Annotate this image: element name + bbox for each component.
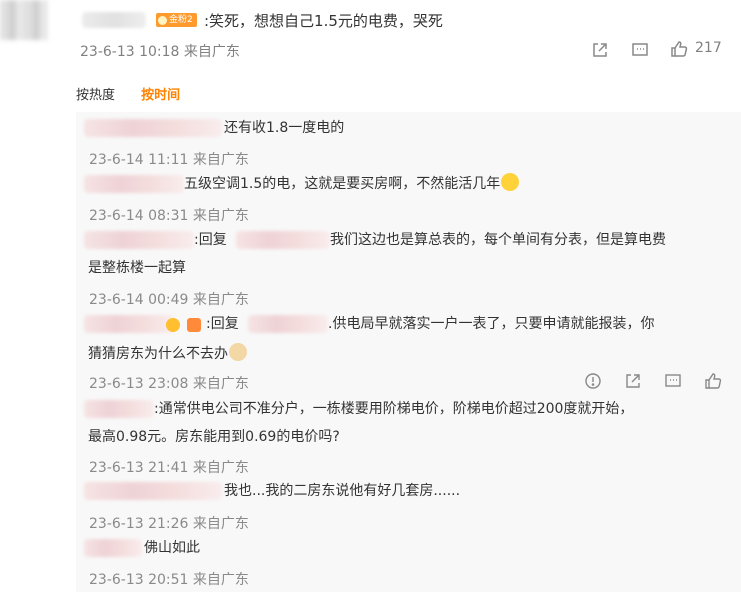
- reply-username-blurred[interactable]: [84, 231, 194, 249]
- avatar[interactable]: [0, 0, 48, 40]
- crown-icon: [187, 318, 201, 332]
- reply-text-line1: 我们这边也是算总表的，每个单间有分表，但是算电费: [330, 232, 666, 248]
- reply-text: 五级空调1.5的电，这就是要买房啊，不然能活几年: [184, 171, 520, 197]
- reply-target-blurred[interactable]: [248, 315, 328, 333]
- share-icon[interactable]: [589, 39, 611, 61]
- share-icon[interactable]: [622, 370, 644, 392]
- main-comment-text: :笑死，想想自己1.5元的电费，哭死: [204, 12, 443, 30]
- reply-username-blurred[interactable]: [84, 539, 142, 557]
- reply-text: 我也...我的二房东说他有好几套房......: [224, 483, 461, 499]
- fan-badge: 金粉2: [156, 13, 197, 27]
- reply-target-blurred[interactable]: [236, 231, 330, 249]
- reply-prefix: :回复: [206, 316, 239, 332]
- reply-text: 还有收1.8一度电的: [224, 120, 345, 136]
- reply-meta: 23-6-13 20:51 来自广东: [89, 572, 249, 588]
- like-count: 217: [695, 40, 722, 56]
- sort-by-time[interactable]: 按时间: [141, 88, 180, 103]
- reply-meta: 23-6-14 08:31 来自广东: [89, 208, 249, 224]
- main-comment-meta: 23-6-13 10:18 来自广东: [80, 44, 240, 60]
- username-blurred[interactable]: [82, 12, 146, 28]
- replies-panel: 还有收1.8一度电的 23-6-14 11:11 来自广东 五级空调1.5的电，…: [76, 112, 741, 592]
- reply-meta: 23-6-14 11:11 来自广东: [89, 152, 249, 168]
- like-icon[interactable]: [668, 38, 690, 60]
- like-icon[interactable]: [702, 370, 724, 392]
- reply-text-line1: .供电局早就落实一户一表了，只要申请就能报装，你: [328, 316, 655, 332]
- fan-badge-label: 金粉2: [169, 15, 193, 25]
- comment-icon[interactable]: [629, 39, 651, 61]
- comment-icon[interactable]: [662, 370, 684, 392]
- reply-text-line1: :通常供电公司不准分户，一栋楼要用阶梯电价，阶梯电价超过200度就开始，: [154, 401, 634, 417]
- reply-text-content: 五级空调1.5的电，这就是要买房啊，不然能活几年: [184, 176, 501, 192]
- sort-by-hot[interactable]: 按热度: [76, 88, 115, 103]
- reply-username-blurred[interactable]: [84, 400, 154, 418]
- reply-prefix: :回复: [194, 232, 227, 248]
- level-icon: [166, 318, 180, 332]
- reply-username-blurred[interactable]: [84, 482, 222, 500]
- reply-meta: 23-6-13 21:41 来自广东: [89, 460, 249, 476]
- reply-meta: 23-6-14 00:49 来自广东: [89, 292, 249, 308]
- reply-username-blurred[interactable]: [84, 119, 222, 137]
- reply-text-line2: 猜猜房东为什么不去办: [88, 341, 247, 367]
- cat-face-emoji-icon: [229, 343, 247, 361]
- sort-bar: 按热度 按时间: [76, 84, 180, 103]
- reply-meta: 23-6-13 23:08 来自广东: [89, 376, 249, 392]
- report-icon[interactable]: [582, 370, 604, 392]
- reply-username-blurred[interactable]: [84, 175, 184, 193]
- reply-username-blurred[interactable]: [84, 315, 174, 333]
- reply-text: 佛山如此: [144, 540, 200, 556]
- reply-meta: 23-6-13 21:26 来自广东: [89, 516, 249, 532]
- reply-text-line2: 最高0.98元。房东能用到0.69的电价吗?: [88, 429, 340, 445]
- reply-text-content: 猜猜房东为什么不去办: [88, 346, 228, 362]
- laugh-cry-emoji-icon: [501, 173, 520, 191]
- fan-badge-icon: [158, 15, 167, 25]
- reply-text-line2: 是整栋楼一起算: [88, 260, 186, 276]
